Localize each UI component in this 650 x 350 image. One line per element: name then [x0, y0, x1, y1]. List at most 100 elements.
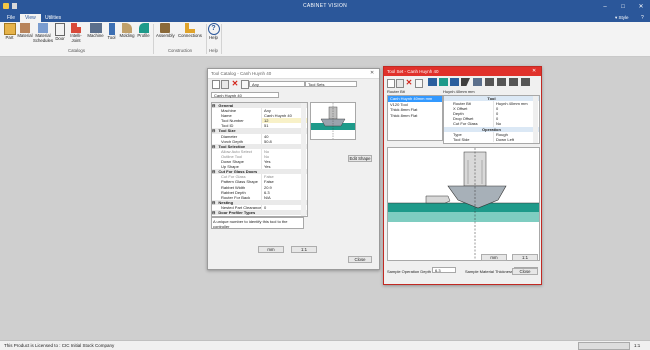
tab-utilities[interactable]: Utilities [40, 14, 66, 22]
add-tool-icon[interactable] [450, 78, 459, 86]
molding-label: Molding [119, 33, 135, 38]
part-label: Part [5, 35, 14, 40]
group-separator [221, 24, 222, 54]
part-icon [3, 23, 16, 35]
door-icon [55, 23, 65, 36]
delete-icon[interactable]: ✕ [405, 78, 413, 87]
ribbon-tabs: File View Utilities ▾ Style ? [0, 13, 650, 22]
tool-layout-icon[interactable] [428, 78, 437, 86]
close-window-button[interactable]: ✕ [632, 0, 650, 13]
tool-catalog-window: Tool Catalog - Canh Huynh 40 ✕ ✕ Any Too… [207, 68, 380, 270]
copy-icon[interactable] [221, 80, 229, 89]
style-menu[interactable]: ▾ Style [615, 14, 629, 22]
scrollbar[interactable] [301, 103, 306, 216]
tool-label: Tool [107, 35, 116, 40]
close-icon[interactable]: ✕ [532, 68, 536, 74]
new-file-icon[interactable] [212, 80, 220, 89]
group-construction: Construction [167, 48, 193, 53]
scrollbar[interactable] [533, 96, 538, 143]
tool-set-scale-button[interactable]: 1:1 [512, 254, 538, 261]
tool-type-filter-value: Tool Sets [308, 82, 325, 87]
tool-property-grid[interactable]: ⊟ General Machine Any Name Canh Huynh 40 Tool… [211, 102, 308, 217]
align-bottom-icon[interactable] [521, 78, 530, 86]
scale-button[interactable]: 1:1 [291, 246, 317, 253]
align-left-icon[interactable] [485, 78, 494, 86]
tool-button[interactable]: Tool [105, 23, 118, 49]
material-schedules-button[interactable]: Material Schedules [33, 23, 53, 49]
sample-depth-value: 6.3 [435, 268, 441, 273]
property-row[interactable]: Tool Side Down Left [444, 136, 539, 142]
tool-set-property-grid[interactable]: Tool Router Bit Huynh 40mm mm X Offset 0 Dep… [443, 95, 540, 144]
profile-button[interactable]: Profile [136, 23, 151, 49]
new-file-icon[interactable] [387, 79, 395, 88]
help-circle-icon: ? [207, 23, 220, 35]
router-bit-label: Router Bit [387, 89, 405, 94]
property-category: ⊟ Door Profiler Types [212, 209, 307, 216]
sample-depth-label: Sample Operation Depth [387, 269, 432, 274]
door-button[interactable]: Door [54, 23, 66, 49]
close-icon[interactable]: ✕ [370, 70, 374, 76]
tool-shape-preview [310, 102, 356, 140]
align-right-icon[interactable] [509, 78, 518, 86]
maximize-button[interactable]: □ [614, 0, 632, 13]
intelli-joint-button[interactable]: Intelli-Joint [66, 23, 86, 49]
open-icon[interactable] [415, 79, 423, 88]
insert-tool-icon[interactable] [461, 78, 470, 86]
tool-select[interactable]: Canh Huynh 40 [211, 92, 279, 98]
window-title: CABINET VISION [302, 3, 348, 9]
edit-shape-button[interactable]: Edit Shape [348, 155, 372, 162]
ribbon: Part Material Material Schedules Door In… [0, 22, 650, 57]
machine-filter[interactable]: Any [249, 81, 305, 87]
units-button[interactable]: mm [258, 246, 284, 253]
machine-icon [89, 23, 102, 33]
copy-icon[interactable] [396, 79, 404, 88]
profile-label: Profile [137, 33, 150, 38]
open-icon[interactable] [241, 80, 249, 89]
minimize-button[interactable]: – [596, 0, 614, 13]
tool-type-filter[interactable]: Tool Sets [305, 81, 357, 87]
close-button[interactable]: Close [348, 256, 372, 263]
group-help: Help [209, 48, 218, 53]
joint-icon [71, 23, 81, 33]
delete-icon[interactable]: ✕ [231, 79, 239, 88]
zoom-level: 1:1 [634, 343, 641, 348]
align-center-icon[interactable] [497, 78, 506, 86]
tab-view[interactable]: View [20, 14, 41, 22]
assembly-label: Assembly [156, 33, 175, 38]
router-bit-list[interactable]: Canh Huynh 40mm mm V120 Tool Thick 8mm Fla… [387, 95, 443, 141]
profile-layout-icon[interactable] [439, 78, 448, 86]
molding-icon [122, 23, 132, 33]
machine-button[interactable]: Machine [86, 23, 105, 49]
tool-set-titlebar: Tool Set - Canh Huynh 40 ✕ [384, 67, 541, 76]
tool-set-title: Tool Set - Canh Huynh 40 [387, 69, 439, 74]
connections-button[interactable]: Connections [177, 23, 203, 49]
tool-set-units-button[interactable]: mm [481, 254, 507, 261]
group-catalogs: Catalogs [68, 48, 85, 53]
connections-label: Connections [178, 33, 202, 38]
help-button[interactable]: ? Help [207, 23, 220, 49]
schedules-icon [38, 23, 48, 33]
description-box: A unique number to identify this tool to… [211, 217, 304, 229]
door-label: Door [55, 36, 65, 41]
material-button[interactable]: Material [17, 23, 33, 49]
tool-set-profile-drawing [388, 148, 539, 260]
sample-depth-input[interactable]: 6.3 [432, 267, 456, 273]
license-text: This Product is Licensed to : CIC Initia… [4, 343, 115, 348]
style-label: Style [618, 15, 629, 20]
tool-profile-drawing [311, 103, 355, 139]
tool-icon [108, 23, 115, 35]
title-bar: CABINET VISION – □ ✕ [0, 0, 650, 13]
property-name: Tool Side [453, 136, 470, 142]
move-tool-icon[interactable] [473, 78, 482, 86]
router-bit-item[interactable]: Thick 8mm Flat [388, 113, 442, 119]
profile-icon [138, 23, 149, 33]
assembly-icon [160, 23, 170, 33]
part-button[interactable]: Part [3, 23, 16, 49]
assembly-button[interactable]: Assembly [156, 23, 175, 49]
tab-file[interactable]: File [2, 14, 20, 22]
connections-icon [185, 23, 195, 33]
help-label: Help [209, 35, 218, 40]
molding-button[interactable]: Molding [118, 23, 136, 49]
tool-set-close-button[interactable]: Close [512, 268, 538, 275]
help-icon[interactable]: ? [641, 14, 644, 22]
